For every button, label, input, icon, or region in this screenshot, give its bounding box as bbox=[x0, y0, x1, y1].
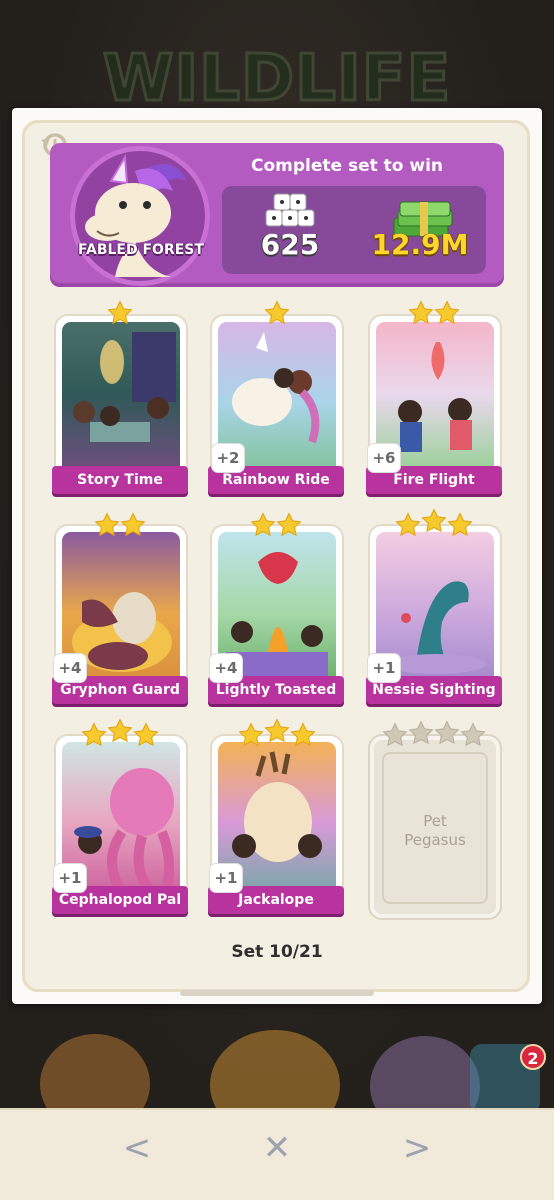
close-button[interactable]: ✕ bbox=[252, 1126, 302, 1170]
star-icon bbox=[264, 718, 290, 743]
card-art bbox=[62, 322, 180, 484]
set-emblem bbox=[70, 146, 210, 286]
star-icon bbox=[81, 722, 107, 747]
duplicate-count: +1 bbox=[54, 864, 86, 892]
star-icon bbox=[447, 512, 473, 537]
notification-badge: 2 bbox=[520, 1044, 546, 1070]
duplicate-count: +4 bbox=[54, 654, 86, 682]
unicorn-icon bbox=[85, 153, 187, 277]
card-label: Story Time bbox=[52, 466, 188, 494]
star-icon bbox=[421, 508, 447, 533]
prev-button[interactable]: < bbox=[112, 1126, 162, 1170]
divider bbox=[180, 990, 374, 996]
star-empty-icon bbox=[382, 722, 408, 747]
duplicate-count: +6 bbox=[368, 444, 400, 472]
duplicate-count: +1 bbox=[368, 654, 400, 682]
next-button[interactable]: > bbox=[392, 1126, 442, 1170]
star-icon bbox=[290, 722, 316, 747]
star-empty-icon bbox=[434, 720, 460, 745]
duplicate-count: +4 bbox=[210, 654, 242, 682]
star-icon bbox=[120, 512, 146, 537]
dice-reward-value: 625 bbox=[260, 228, 320, 261]
star-icon bbox=[434, 300, 460, 325]
reward-heading: Complete set to win bbox=[250, 156, 444, 176]
star-icon bbox=[250, 512, 276, 537]
cash-reward-value: 12.9M bbox=[371, 228, 469, 261]
star-icon bbox=[276, 512, 302, 537]
star-icon bbox=[395, 512, 421, 537]
star-empty-icon bbox=[408, 720, 434, 745]
star-icon bbox=[107, 718, 133, 743]
star-icon bbox=[238, 722, 264, 747]
background-characters bbox=[0, 1020, 554, 1140]
star-icon bbox=[107, 300, 133, 325]
star-icon bbox=[94, 512, 120, 537]
star-empty-icon bbox=[460, 722, 486, 747]
star-icon bbox=[264, 300, 290, 325]
set-progress: Set 10/21 bbox=[231, 942, 323, 962]
duplicate-count: +1 bbox=[210, 864, 242, 892]
set-name: FABLED FOREST bbox=[78, 242, 204, 258]
album-title: WILDLIFE bbox=[101, 41, 452, 118]
star-icon bbox=[133, 722, 159, 747]
locked-card-name: Pet Pegasus bbox=[404, 812, 466, 849]
star-icon bbox=[408, 300, 434, 325]
duplicate-count: +2 bbox=[212, 444, 244, 472]
